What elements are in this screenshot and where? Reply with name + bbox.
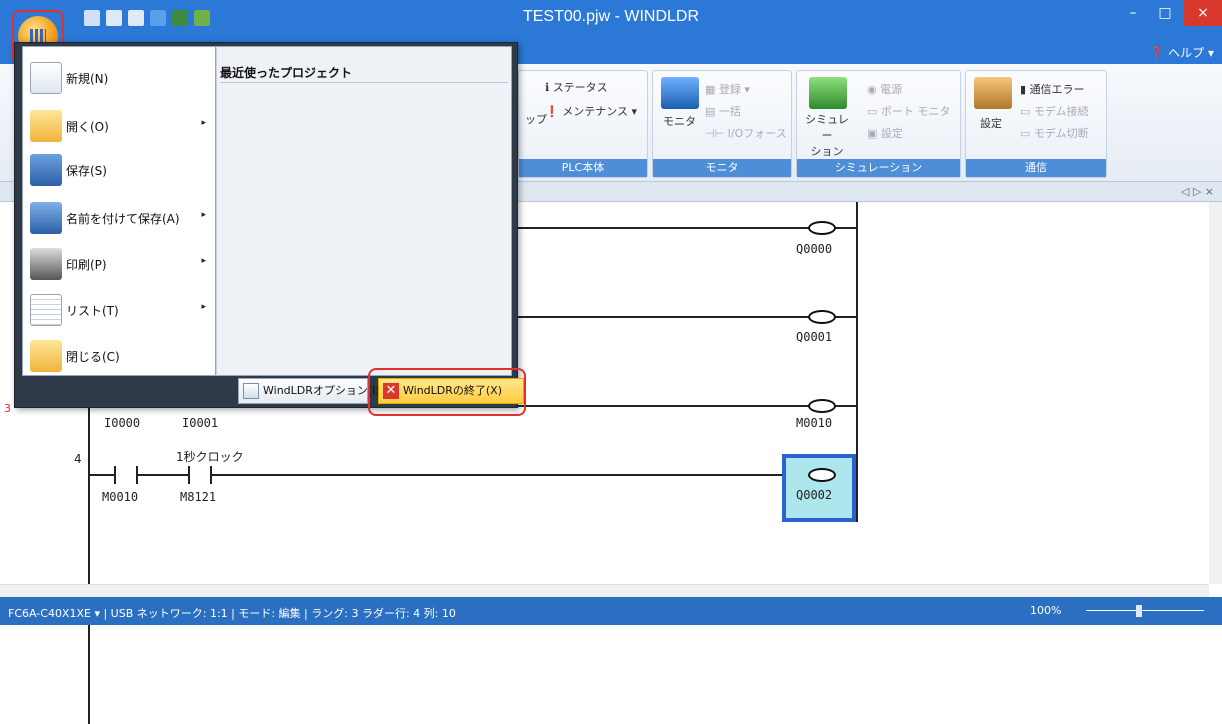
group-monitor: モニタ ▦ 登録 ▾ ▤ 一括 ⊣⊢ I/Oフォース モニタ (652, 70, 792, 178)
tab-nav[interactable]: ◁ ▷ × (1181, 185, 1214, 198)
sim-setting-item: ▣ 設定 (867, 127, 903, 140)
contact-label: M8121 (180, 490, 217, 504)
right-power-rail (856, 202, 858, 522)
zoom-control[interactable]: 100% (1030, 603, 1210, 619)
close-button[interactable]: × (1184, 0, 1222, 26)
contact-label: M0010 (102, 490, 139, 504)
rung-number: 4 (74, 452, 82, 466)
redo-icon[interactable] (128, 10, 144, 26)
rung-line (88, 474, 114, 476)
menu-item-print[interactable]: 印刷(P) ▸ (24, 242, 214, 286)
register-item: ▦ 登録 ▾ (705, 83, 750, 96)
menu-item-new[interactable]: 新規(N) (24, 56, 214, 100)
group-simulation: シミュレー ション ◉ 電源 ▭ ポート モニタ ▣ 設定 シミュレーション (796, 70, 961, 178)
rung-marker: 3 (4, 402, 11, 415)
monitor-big-label[interactable]: モニタ (663, 113, 696, 129)
help-icon: ❓ (1149, 46, 1165, 60)
save-as-icon (30, 202, 62, 234)
zoom-thumb[interactable] (1136, 605, 1142, 617)
contact-comment: 1秒クロック (176, 450, 244, 464)
horizontal-scrollbar[interactable] (0, 584, 1209, 597)
title-bar: TEST00.pjw - WINDLDR – □ × (0, 0, 1222, 38)
recent-projects-title: 最近使ったプロジェクト (220, 66, 353, 80)
group-monitor-label: モニタ (653, 159, 791, 177)
options-icon (243, 383, 259, 399)
contact-label: I0000 (104, 416, 141, 430)
rung-line (518, 227, 856, 229)
io-force-item: ⊣⊢ I/Oフォース (705, 127, 787, 140)
modem-connect-item: ▭ モデム接続 (1020, 105, 1089, 118)
coil[interactable] (808, 468, 836, 482)
simulation-big-icon[interactable] (809, 77, 847, 109)
coil-label: Q0001 (796, 330, 833, 344)
coil-label: Q0000 (796, 242, 833, 256)
close-folder-icon (30, 340, 62, 372)
status-item[interactable]: ℹ ステータス (545, 79, 608, 95)
save-icon[interactable] (84, 10, 100, 26)
new-document-icon (30, 62, 62, 94)
monitor-icon[interactable] (150, 10, 166, 26)
modem-disconnect-item: ▭ モデム切断 (1020, 127, 1089, 140)
zoom-slider[interactable] (1086, 610, 1204, 611)
printer-icon (30, 248, 62, 280)
zoom-value: 100% (1030, 604, 1062, 617)
save-disk-icon (30, 154, 62, 186)
group-comm: 設定 ▮ 通信エラー ▭ モデム接続 ▭ モデム切断 通信 (965, 70, 1107, 178)
menu-item-close[interactable]: 閉じる(C) (24, 334, 214, 378)
maximize-button[interactable]: □ (1150, 0, 1180, 26)
recent-projects-pane (216, 46, 512, 376)
exit-highlight (368, 368, 526, 416)
comm-setting-label[interactable]: 設定 (980, 115, 1002, 131)
vertical-scrollbar[interactable] (1209, 202, 1222, 584)
power-item: ◉ 電源 (867, 83, 903, 96)
maintenance-item[interactable]: ❗ メンテナンス ▾ (545, 103, 637, 119)
options-button[interactable]: WindLDRオプション(I) (238, 378, 380, 404)
coil[interactable] (808, 221, 836, 235)
upload-icon[interactable] (194, 10, 210, 26)
divider (220, 82, 508, 83)
contact[interactable] (114, 466, 116, 484)
monitor-big-icon[interactable] (661, 77, 699, 109)
rung-line (518, 405, 856, 407)
group-plc: ℹ ステータス ❗ メンテナンス ▾ ップ PLC本体 (518, 70, 648, 178)
menu-item-save[interactable]: 保存(S) (24, 148, 214, 192)
coil-label: M0010 (796, 416, 833, 430)
status-bar: FC6A-C40X1XE ▾ | USB ネットワーク: 1:1 | モード: … (0, 597, 1222, 625)
group-comm-label: 通信 (966, 159, 1106, 177)
contact-label: I0001 (182, 416, 219, 430)
comm-setting-icon[interactable] (974, 77, 1012, 109)
bars-icon (30, 29, 46, 43)
download-icon[interactable] (172, 10, 188, 26)
comm-error-item[interactable]: ▮ 通信エラー (1020, 81, 1085, 97)
left-power-rail (88, 408, 90, 724)
simulation-big-label[interactable]: シミュレー ション (803, 111, 851, 159)
help-button[interactable]: ❓ ヘルプ ▾ (1149, 44, 1214, 61)
menu-item-open[interactable]: 開く(O) ▸ (24, 104, 214, 148)
undo-icon[interactable] (106, 10, 122, 26)
coil-label: Q0002 (796, 488, 833, 502)
coil[interactable] (808, 310, 836, 324)
status-text: FC6A-C40X1XE ▾ | USB ネットワーク: 1:1 | モード: … (8, 607, 456, 620)
contact[interactable] (188, 466, 190, 484)
partial-item: ップ (525, 113, 547, 126)
batch-item: ▤ 一括 (705, 105, 741, 118)
menu-item-save-as[interactable]: 名前を付けて保存(A) ▸ (24, 196, 214, 240)
menu-item-list[interactable]: リスト(T) ▸ (24, 288, 214, 332)
group-plc-label: PLC本体 (519, 159, 647, 177)
minimize-button[interactable]: – (1118, 0, 1148, 26)
rung-line (212, 474, 782, 476)
rung-line (518, 316, 856, 318)
open-folder-icon (30, 110, 62, 142)
group-simulation-label: シミュレーション (797, 159, 960, 177)
help-label: ヘルプ (1168, 46, 1205, 60)
list-icon (30, 294, 62, 326)
rung-line (138, 474, 188, 476)
coil[interactable] (808, 399, 836, 413)
port-monitor-item: ▭ ポート モニタ (867, 105, 951, 118)
